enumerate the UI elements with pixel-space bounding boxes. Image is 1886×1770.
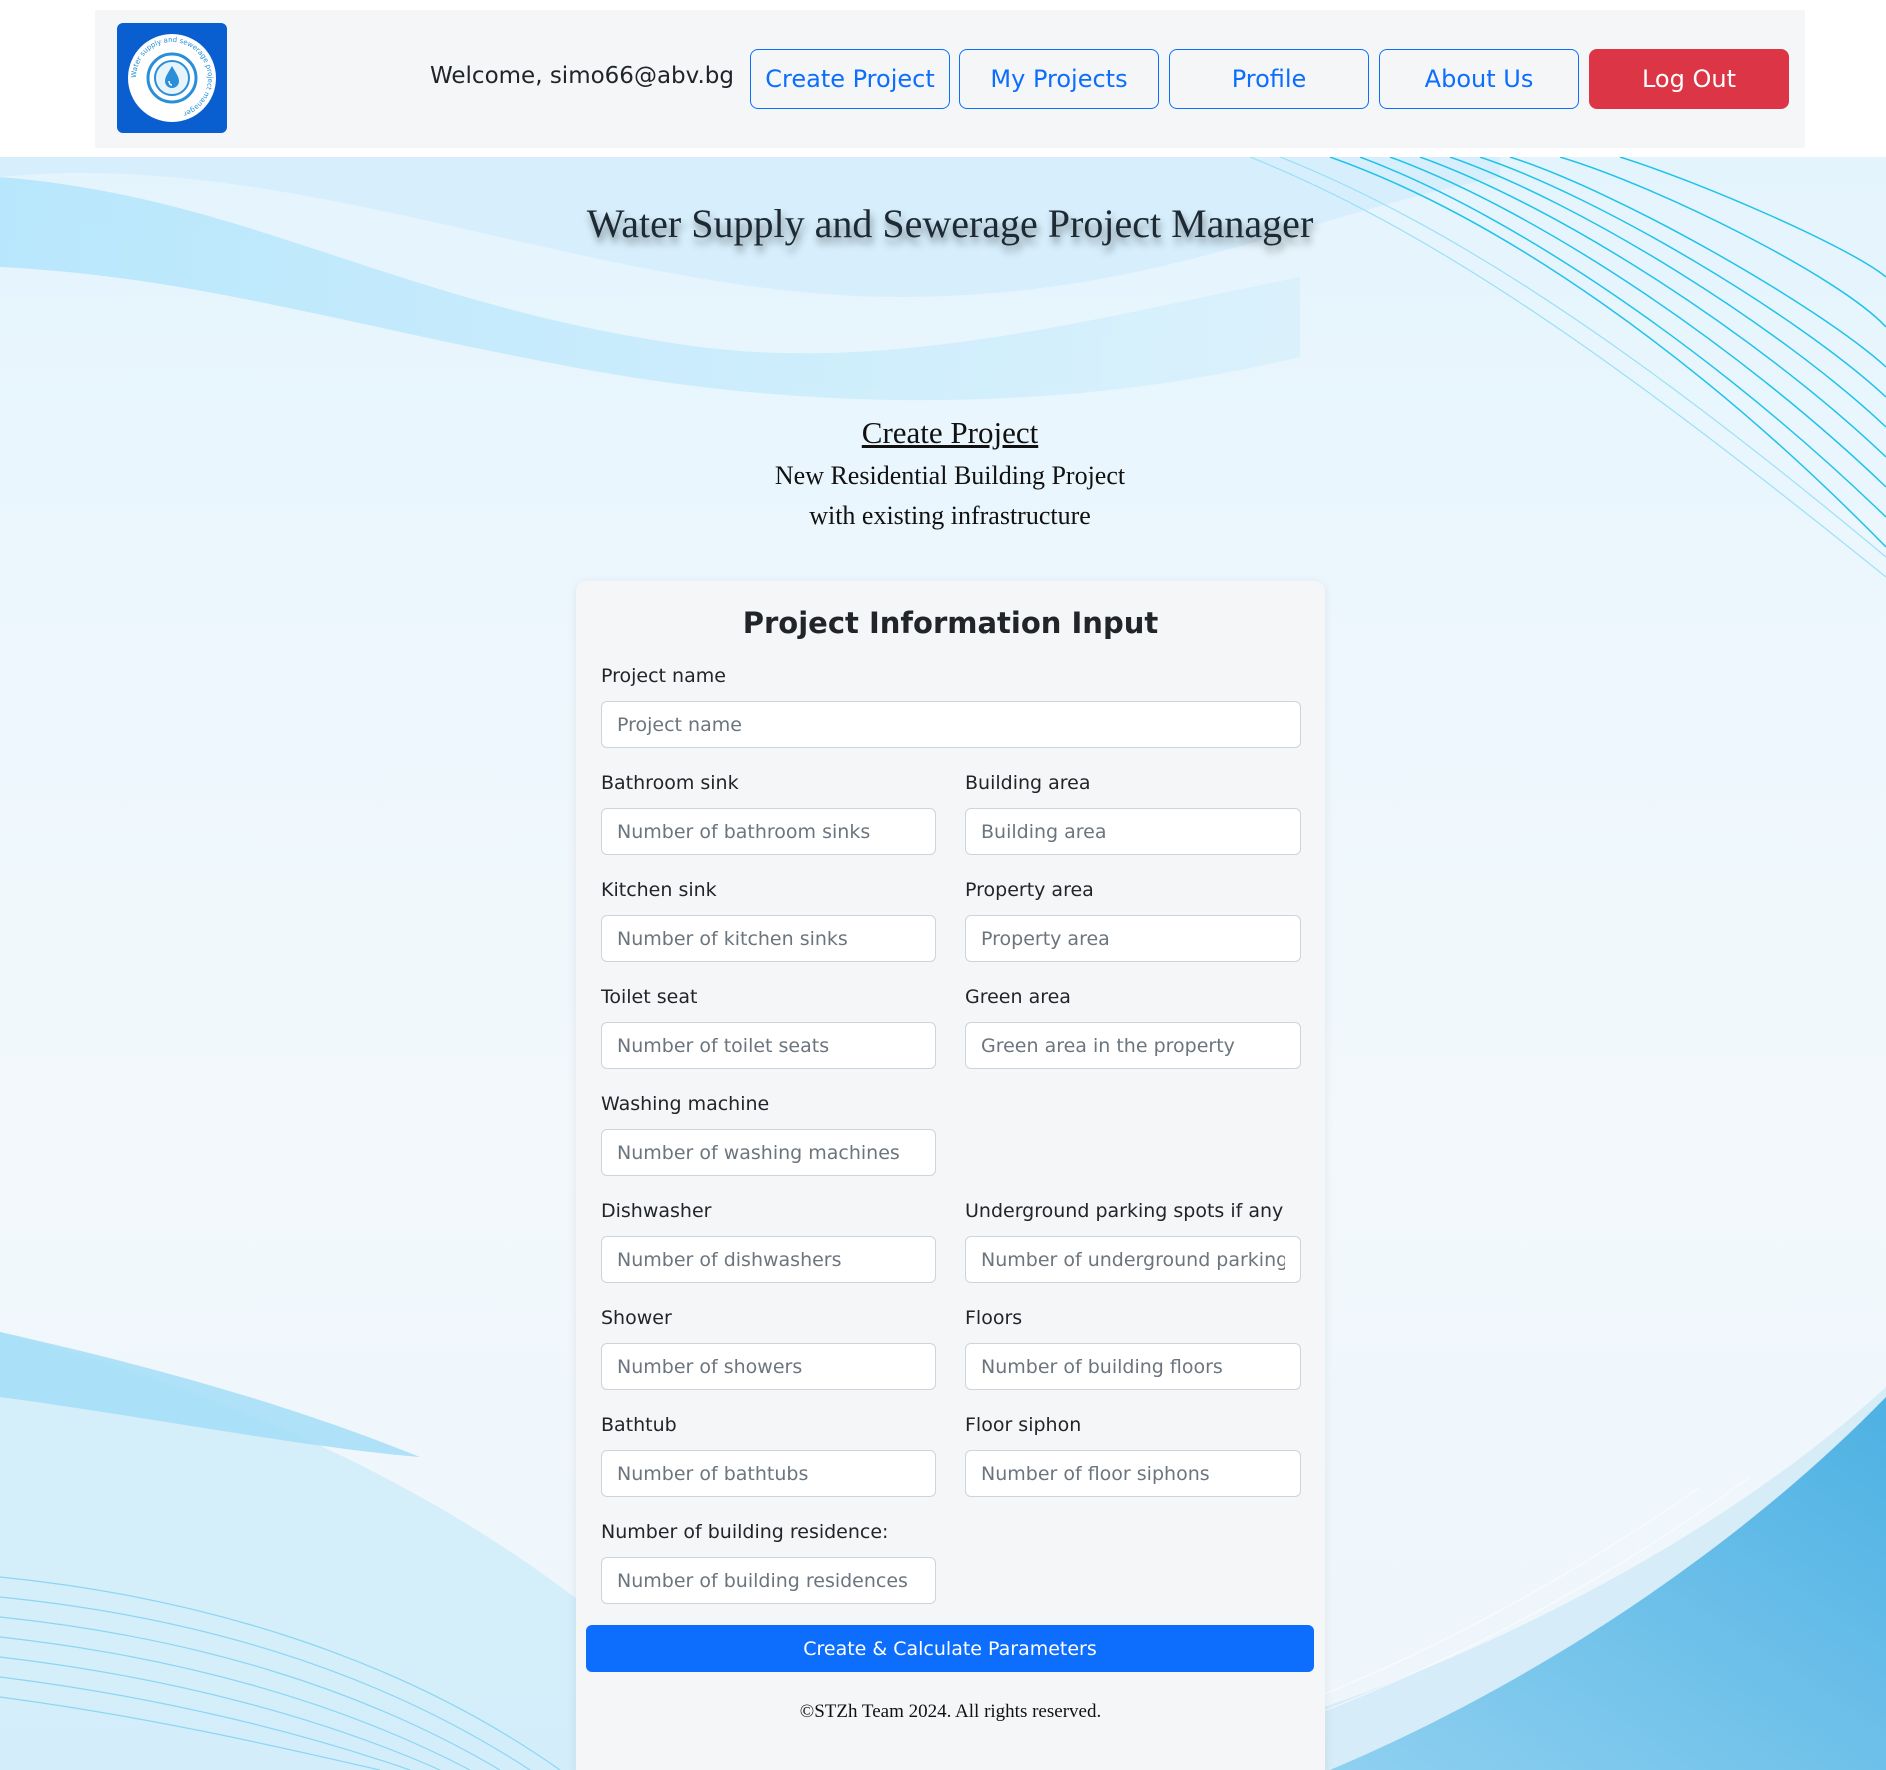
building-area-input[interactable]	[965, 808, 1301, 855]
floors-input[interactable]	[965, 1343, 1301, 1390]
my-projects-button[interactable]: My Projects	[959, 49, 1159, 109]
floor-siphon-label: Floor siphon	[965, 1414, 1082, 1436]
bathroom-sink-input[interactable]	[601, 808, 936, 855]
profile-button[interactable]: Profile	[1169, 49, 1369, 109]
kitchen-sink-input[interactable]	[601, 915, 936, 962]
washing-machine-input[interactable]	[601, 1129, 936, 1176]
welcome-text: Welcome, simo66@abv.bg	[430, 63, 734, 89]
footer-copyright: ©STZh Team 2024. All rights reserved.	[799, 1701, 1102, 1722]
create-project-button[interactable]: Create Project	[750, 49, 950, 109]
washing-machine-label: Washing machine	[601, 1093, 770, 1115]
dishwasher-label: Dishwasher	[601, 1200, 712, 1222]
residences-label: Number of building residence:	[601, 1521, 889, 1543]
underground-parking-label: Underground parking spots if any	[965, 1200, 1284, 1222]
about-us-button[interactable]: About Us	[1379, 49, 1579, 109]
green-area-input[interactable]	[965, 1022, 1301, 1069]
shower-input[interactable]	[601, 1343, 936, 1390]
page-subtitle-line-2: with existing infrastructure	[809, 501, 1091, 530]
underground-parking-input[interactable]	[965, 1236, 1301, 1283]
property-area-label: Property area	[965, 879, 1094, 901]
floors-label: Floors	[965, 1307, 1023, 1329]
property-area-input[interactable]	[965, 915, 1301, 962]
dishwasher-input[interactable]	[601, 1236, 936, 1283]
project-form-card: Project Information Input Project name B…	[576, 581, 1325, 1770]
navbar: Water supply and sewerage project manage…	[95, 10, 1805, 148]
page-subtitle-line-1: New Residential Building Project	[774, 461, 1126, 490]
app-title: Water Supply and Sewerage Project Manage…	[586, 201, 1314, 246]
bathroom-sink-label: Bathroom sink	[601, 772, 739, 794]
create-calculate-button[interactable]: Create & Calculate Parameters	[586, 1625, 1314, 1672]
shower-label: Shower	[601, 1307, 672, 1329]
kitchen-sink-label: Kitchen sink	[601, 879, 717, 901]
form-title: Project Information Input	[742, 606, 1159, 640]
page-title: Create Project	[861, 415, 1039, 450]
project-name-input[interactable]	[601, 701, 1301, 748]
bathtub-input[interactable]	[601, 1450, 936, 1497]
building-area-label: Building area	[965, 772, 1091, 794]
bathtub-label: Bathtub	[601, 1414, 677, 1436]
green-area-label: Green area	[965, 986, 1071, 1008]
residences-input[interactable]	[601, 1557, 936, 1604]
toilet-seat-input[interactable]	[601, 1022, 936, 1069]
water-drop-logo-icon[interactable]: Water supply and sewerage project manage…	[117, 23, 227, 133]
toilet-seat-label: Toilet seat	[601, 986, 698, 1008]
project-name-label: Project name	[601, 665, 726, 687]
logo-graphic: Water supply and sewerage project manage…	[128, 34, 216, 122]
log-out-button[interactable]: Log Out	[1589, 49, 1789, 109]
floor-siphon-input[interactable]	[965, 1450, 1301, 1497]
